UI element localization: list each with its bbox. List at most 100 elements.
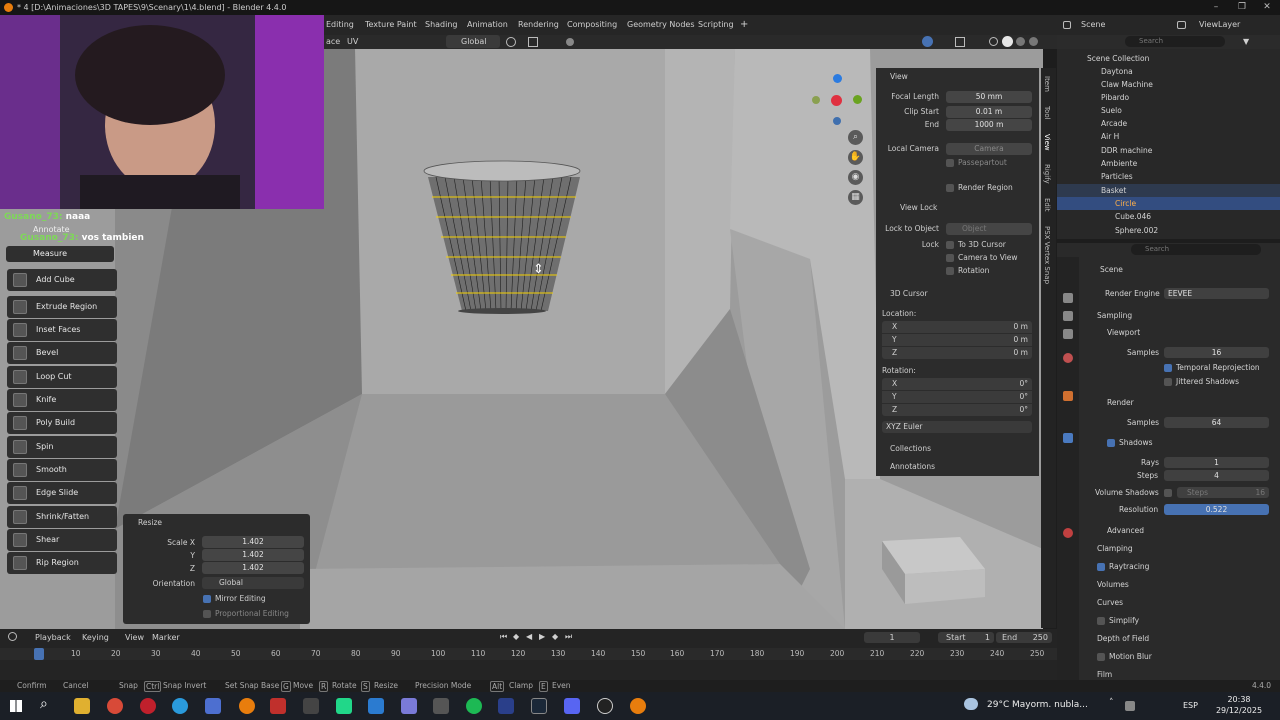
- tool-inset-faces[interactable]: Inset Faces: [7, 319, 117, 341]
- tab-editing[interactable]: Editing: [326, 15, 354, 35]
- cursor-loc-z[interactable]: Z 0 m: [882, 347, 1032, 359]
- view-layer-selector[interactable]: ViewLayer: [1167, 15, 1280, 35]
- advanced-subpanel[interactable]: Advanced: [1107, 524, 1144, 537]
- clock-time[interactable]: 20:38: [1214, 695, 1264, 704]
- material-tab-icon[interactable]: [1063, 528, 1073, 538]
- jump-end-icon[interactable]: ⏭: [565, 632, 572, 642]
- app-icon[interactable]: [270, 698, 286, 714]
- cursor-loc-y[interactable]: Y 0 m: [882, 334, 1032, 346]
- cursor-rot-z[interactable]: Z 0°: [882, 404, 1032, 416]
- render-samples-field[interactable]: 64: [1164, 417, 1269, 428]
- outliner-item-ambiente[interactable]: Ambiente: [1057, 157, 1280, 170]
- world-tab-icon[interactable]: [1063, 391, 1073, 401]
- app-icon[interactable]: [303, 698, 319, 714]
- app-icon[interactable]: [498, 698, 514, 714]
- cursor-rot-x[interactable]: X 0°: [882, 378, 1032, 390]
- render-tab-icon[interactable]: [1063, 293, 1073, 303]
- render-subpanel[interactable]: Render: [1107, 396, 1134, 409]
- volumes-panel[interactable]: Volumes: [1097, 578, 1129, 591]
- focal-length-field[interactable]: 50 mm: [946, 91, 1032, 103]
- passepartout-checkbox[interactable]: Passepartout: [946, 157, 1007, 169]
- play-icon[interactable]: ▶: [539, 632, 545, 641]
- view-lock-header[interactable]: View Lock: [900, 203, 937, 212]
- lock-to-object-field[interactable]: Object: [946, 223, 1032, 235]
- outliner-item-claw-machine[interactable]: Claw Machine: [1057, 78, 1280, 91]
- volume-steps-field[interactable]: Steps 16: [1177, 487, 1269, 498]
- mirror-editing-checkbox[interactable]: Mirror Editing: [203, 594, 266, 603]
- app-icon[interactable]: [433, 698, 449, 714]
- pycharm-icon[interactable]: [336, 698, 352, 714]
- editor-type-icon[interactable]: [8, 632, 17, 641]
- tab-geometry-nodes[interactable]: Geometry Nodes: [627, 15, 694, 35]
- outliner-item-pibardo[interactable]: Pibardo: [1057, 91, 1280, 104]
- tool-edge-slide[interactable]: Edge Slide: [7, 482, 117, 504]
- tool-knife[interactable]: Knife: [7, 389, 117, 411]
- face-select-menu[interactable]: ace: [326, 37, 340, 46]
- temporal-reprojection-checkbox[interactable]: Temporal Reprojection: [1164, 361, 1260, 374]
- render-engine-dropdown[interactable]: EEVEE: [1164, 288, 1269, 299]
- outliner-item-air-h[interactable]: Air H: [1057, 130, 1280, 143]
- outliner-item-basket[interactable]: Basket: [1057, 184, 1280, 197]
- outliner-item-particles[interactable]: Particles: [1057, 170, 1280, 183]
- tray-chevron-icon[interactable]: ˄: [1109, 698, 1114, 708]
- outliner-item-arcade[interactable]: Arcade: [1057, 117, 1280, 130]
- cursor-rot-y[interactable]: Y 0°: [882, 391, 1032, 403]
- overlay-icon[interactable]: [922, 36, 933, 47]
- marker-menu[interactable]: Marker: [152, 633, 180, 642]
- windows-start-icon[interactable]: [10, 700, 22, 712]
- viewport-samples-field[interactable]: 16: [1164, 347, 1269, 358]
- tab-view[interactable]: View: [1043, 134, 1051, 151]
- clip-start-field[interactable]: 0.01 m: [946, 106, 1032, 118]
- steam-icon[interactable]: [531, 698, 547, 714]
- snap-icon[interactable]: [528, 37, 538, 47]
- tool-smooth[interactable]: Smooth: [7, 459, 117, 481]
- shading-material-icon[interactable]: [1016, 37, 1025, 46]
- tab-edit[interactable]: Edit: [1043, 198, 1051, 212]
- scale-y-field[interactable]: 1.402: [202, 549, 304, 561]
- close-icon[interactable]: ✕: [1254, 0, 1280, 15]
- proportional-icon[interactable]: [566, 38, 574, 46]
- orientation-select[interactable]: Global: [202, 577, 304, 589]
- view-menu[interactable]: View: [125, 633, 144, 642]
- gizmo-neg-z-axis[interactable]: [833, 117, 841, 125]
- perspective-grid-icon[interactable]: ▦: [848, 190, 863, 205]
- playhead[interactable]: [34, 648, 44, 660]
- tab-item[interactable]: Item: [1043, 76, 1051, 92]
- edge-icon[interactable]: [172, 698, 188, 714]
- xray-icon[interactable]: [955, 37, 965, 47]
- vscode-icon[interactable]: [368, 698, 384, 714]
- gizmo-y-axis[interactable]: [853, 95, 862, 104]
- outliner-item-sphere002[interactable]: Sphere.002: [1057, 224, 1280, 237]
- spotify-icon[interactable]: [466, 698, 482, 714]
- scene-selector[interactable]: Scene: [1057, 15, 1167, 35]
- next-keyframe-icon[interactable]: ◆: [552, 632, 558, 641]
- view-panel-header[interactable]: View: [890, 72, 908, 81]
- rotation-mode-dropdown[interactable]: XYZ Euler: [882, 421, 1032, 433]
- tab-rigify[interactable]: Rigify: [1043, 164, 1051, 184]
- search-icon[interactable]: ⌕: [40, 696, 48, 712]
- obs-icon[interactable]: [597, 698, 613, 714]
- motion-blur-panel[interactable]: Motion Blur: [1097, 650, 1152, 663]
- tray-app-icon[interactable]: [1125, 701, 1135, 711]
- maximize-icon[interactable]: ❐: [1229, 0, 1255, 15]
- 3d-cursor-header[interactable]: 3D Cursor: [890, 289, 928, 298]
- frame-ruler[interactable]: 1102030405060708090100110120130140150160…: [0, 648, 1057, 660]
- jump-start-icon[interactable]: ⏮: [500, 632, 507, 642]
- start-frame-field[interactable]: Start 1: [938, 632, 994, 643]
- outliner-item-circle[interactable]: Circle: [1057, 197, 1280, 210]
- scale-z-field[interactable]: 1.402: [202, 562, 304, 574]
- render-region-checkbox[interactable]: Render Region: [946, 182, 1013, 194]
- depth-of-field-panel[interactable]: Depth of Field: [1097, 632, 1149, 645]
- pan-hand-icon[interactable]: ✋: [848, 150, 863, 165]
- tool-shrink-fatten[interactable]: Shrink/Fatten: [7, 506, 117, 528]
- scene-tab-icon[interactable]: [1063, 353, 1073, 363]
- props-search[interactable]: Search: [1131, 244, 1261, 255]
- shading-solid-icon[interactable]: [1002, 36, 1013, 47]
- end-frame-field[interactable]: End 250: [996, 632, 1052, 643]
- app-icon[interactable]: [205, 698, 221, 714]
- to-3d-cursor-checkbox[interactable]: To 3D Cursor: [946, 239, 1006, 251]
- uv-menu[interactable]: UV: [347, 37, 358, 46]
- tab-animation[interactable]: Animation: [467, 15, 508, 35]
- weather-icon[interactable]: [964, 698, 978, 710]
- annotations-panel[interactable]: Annotations: [876, 459, 1039, 474]
